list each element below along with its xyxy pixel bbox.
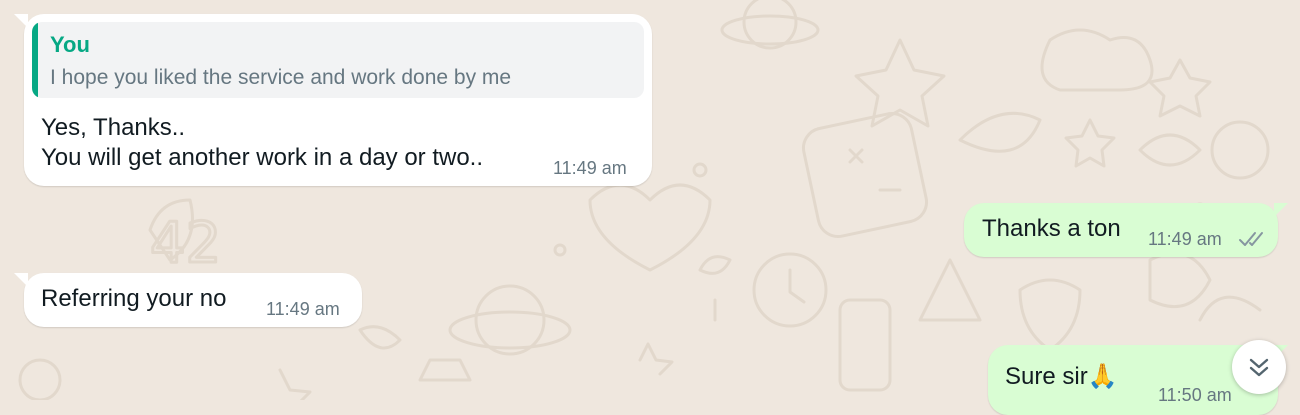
message-timestamp: 11:49 am [1148,229,1222,249]
message-timestamp: 11:49 am [553,158,627,178]
bubble-tail [14,273,28,287]
outgoing-message[interactable]: Thanks a ton 11:49 am [964,203,1288,257]
scroll-to-bottom-button[interactable] [1232,340,1286,394]
incoming-message[interactable]: Referring your no 11:49 am [14,273,362,327]
double-check-icon [1239,232,1263,246]
quote-author: You [50,32,90,57]
double-chevron-down-icon [1249,358,1269,377]
svg-text:42: 42 [150,211,221,276]
quote-accent-bar [32,22,38,98]
incoming-message-with-reply[interactable]: You I hope you liked the service and wor… [14,14,652,186]
message-text: Thanks a ton [982,215,1121,242]
message-text: Sure sir🙏 [1005,363,1118,390]
message-timestamp: 11:50 am [1158,385,1232,405]
message-text: Referring your no [41,285,227,312]
bubble-tail [1274,203,1288,217]
message-timestamp: 11:49 am [266,299,340,319]
quote-text: I hope you liked the service and work do… [50,66,512,89]
quoted-message[interactable]: You I hope you liked the service and wor… [32,22,644,98]
message-text-line: You will get another work in a day or tw… [41,144,484,171]
message-text-line: Yes, Thanks.. [41,114,186,141]
bubble-tail [14,14,28,28]
